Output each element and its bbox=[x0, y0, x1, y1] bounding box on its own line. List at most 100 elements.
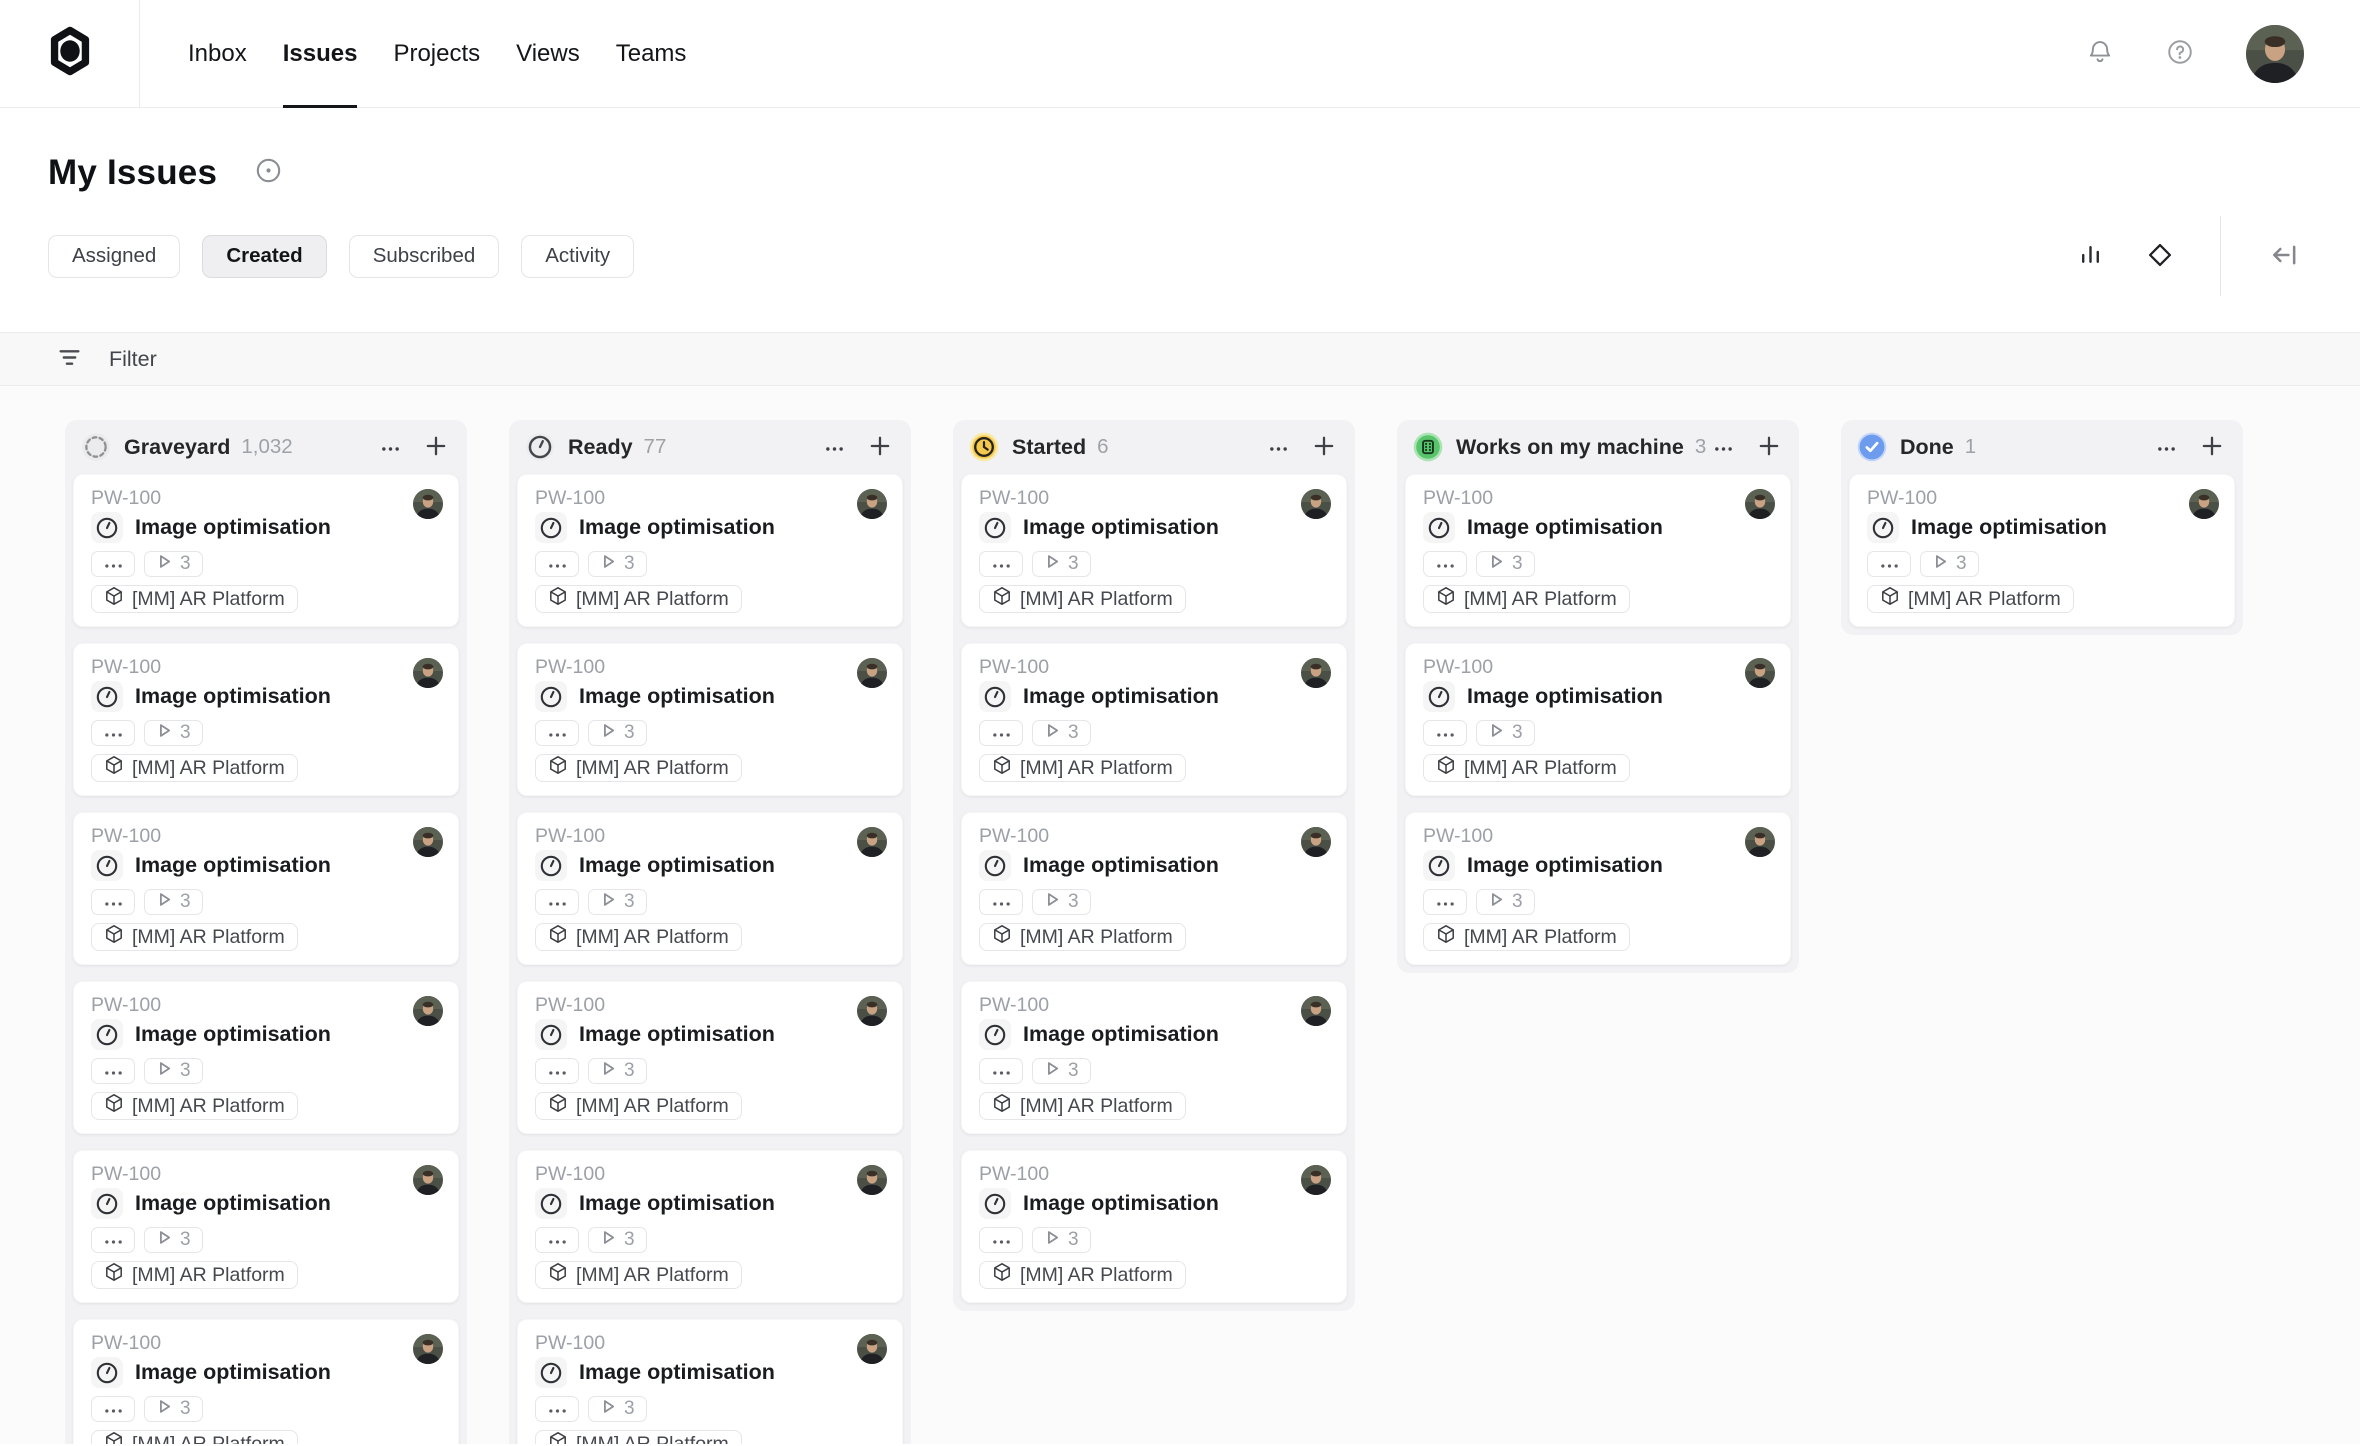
assignee-avatar[interactable] bbox=[413, 489, 443, 519]
in-progress-status-icon[interactable] bbox=[91, 1357, 123, 1388]
column-more-button[interactable] bbox=[817, 430, 851, 464]
project-label-badge[interactable]: [MM] AR Platform bbox=[91, 585, 298, 613]
in-progress-status-icon[interactable] bbox=[979, 512, 1011, 543]
assignee-avatar[interactable] bbox=[1745, 658, 1775, 688]
project-label-badge[interactable]: [MM] AR Platform bbox=[535, 1261, 742, 1289]
issue-card[interactable]: PW-100 Image optimisation 3 [MM] AR Plat… bbox=[1849, 474, 2235, 627]
project-label-badge[interactable]: [MM] AR Platform bbox=[979, 923, 1186, 951]
card-more-button[interactable] bbox=[1423, 889, 1467, 915]
issue-card[interactable]: PW-100 Image optimisation 3 [MM] AR Plat… bbox=[517, 643, 903, 796]
project-label-badge[interactable]: [MM] AR Platform bbox=[979, 754, 1186, 782]
project-label-badge[interactable]: [MM] AR Platform bbox=[535, 585, 742, 613]
sub-issues-badge[interactable]: 3 bbox=[1032, 720, 1091, 746]
sub-issues-badge[interactable]: 3 bbox=[144, 551, 203, 577]
sub-issues-badge[interactable]: 3 bbox=[1032, 551, 1091, 577]
assignee-avatar[interactable] bbox=[857, 996, 887, 1026]
sub-issues-badge[interactable]: 3 bbox=[1032, 1227, 1091, 1253]
sub-issues-badge[interactable]: 3 bbox=[1476, 551, 1535, 577]
sub-issues-badge[interactable]: 3 bbox=[1476, 720, 1535, 746]
card-more-button[interactable] bbox=[91, 1396, 135, 1422]
assignee-avatar[interactable] bbox=[1301, 1165, 1331, 1195]
help-button[interactable] bbox=[2166, 38, 2194, 69]
card-more-button[interactable] bbox=[535, 720, 579, 746]
column-add-issue-button[interactable] bbox=[1307, 430, 1341, 464]
project-label-badge[interactable]: [MM] AR Platform bbox=[979, 1092, 1186, 1120]
card-more-button[interactable] bbox=[91, 1227, 135, 1253]
card-more-button[interactable] bbox=[979, 889, 1023, 915]
issue-card[interactable]: PW-100 Image optimisation 3 [MM] AR Plat… bbox=[961, 1150, 1347, 1303]
view-tab-activity[interactable]: Activity bbox=[521, 234, 635, 278]
sub-issues-badge[interactable]: 3 bbox=[144, 1396, 203, 1422]
project-label-badge[interactable]: [MM] AR Platform bbox=[535, 923, 742, 951]
project-label-badge[interactable]: [MM] AR Platform bbox=[979, 585, 1186, 613]
sub-issues-badge[interactable]: 3 bbox=[1032, 1058, 1091, 1084]
in-progress-status-icon[interactable] bbox=[979, 1019, 1011, 1050]
in-progress-status-icon[interactable] bbox=[1867, 512, 1899, 543]
sub-issues-badge[interactable]: 3 bbox=[1920, 551, 1979, 577]
sub-issues-badge[interactable]: 3 bbox=[144, 889, 203, 915]
sub-issues-badge[interactable]: 3 bbox=[588, 889, 647, 915]
card-more-button[interactable] bbox=[979, 1227, 1023, 1253]
view-tab-assigned[interactable]: Assigned bbox=[48, 234, 181, 278]
sub-issues-badge[interactable]: 3 bbox=[588, 720, 647, 746]
card-more-button[interactable] bbox=[535, 551, 579, 577]
sub-issues-badge[interactable]: 3 bbox=[1476, 889, 1535, 915]
issue-card[interactable]: PW-100 Image optimisation 3 [MM] AR Plat… bbox=[961, 981, 1347, 1134]
sub-issues-badge[interactable]: 3 bbox=[144, 720, 203, 746]
issue-card[interactable]: PW-100 Image optimisation 3 [MM] AR Plat… bbox=[517, 981, 903, 1134]
in-progress-status-icon[interactable] bbox=[979, 850, 1011, 881]
project-label-badge[interactable]: [MM] AR Platform bbox=[1423, 923, 1630, 951]
column-more-button[interactable] bbox=[373, 430, 407, 464]
in-progress-status-icon[interactable] bbox=[535, 1357, 567, 1388]
card-more-button[interactable] bbox=[91, 889, 135, 915]
filter-button[interactable] bbox=[56, 344, 83, 374]
notifications-button[interactable] bbox=[2086, 38, 2114, 69]
card-more-button[interactable] bbox=[1867, 551, 1911, 577]
card-more-button[interactable] bbox=[535, 1396, 579, 1422]
sub-issues-badge[interactable]: 3 bbox=[144, 1227, 203, 1253]
issue-card[interactable]: PW-100 Image optimisation 3 [MM] AR Plat… bbox=[961, 812, 1347, 965]
card-more-button[interactable] bbox=[535, 1058, 579, 1084]
in-progress-status-icon[interactable] bbox=[91, 681, 123, 712]
issue-card[interactable]: PW-100 Image optimisation 3 [MM] AR Plat… bbox=[517, 1319, 903, 1444]
in-progress-status-icon[interactable] bbox=[535, 1188, 567, 1219]
project-label-badge[interactable]: [MM] AR Platform bbox=[91, 1092, 298, 1120]
in-progress-status-icon[interactable] bbox=[535, 1019, 567, 1050]
in-progress-status-icon[interactable] bbox=[91, 1188, 123, 1219]
project-label-badge[interactable]: [MM] AR Platform bbox=[91, 754, 298, 782]
project-label-badge[interactable]: [MM] AR Platform bbox=[535, 1092, 742, 1120]
assignee-avatar[interactable] bbox=[1301, 996, 1331, 1026]
circle-dot-icon[interactable] bbox=[255, 157, 282, 189]
nav-item-views[interactable]: Views bbox=[516, 0, 580, 107]
issue-card[interactable]: PW-100 Image optimisation 3 [MM] AR Plat… bbox=[73, 643, 459, 796]
nav-item-teams[interactable]: Teams bbox=[616, 0, 687, 107]
nav-item-issues[interactable]: Issues bbox=[282, 0, 357, 108]
column-add-issue-button[interactable] bbox=[2195, 430, 2229, 464]
collapse-panel-button[interactable] bbox=[2269, 240, 2302, 273]
card-more-button[interactable] bbox=[535, 1227, 579, 1253]
sub-issues-badge[interactable]: 3 bbox=[588, 1227, 647, 1253]
project-label-badge[interactable]: [MM] AR Platform bbox=[91, 1261, 298, 1289]
project-label-badge[interactable]: [MM] AR Platform bbox=[1423, 585, 1630, 613]
assignee-avatar[interactable] bbox=[1745, 489, 1775, 519]
assignee-avatar[interactable] bbox=[1301, 489, 1331, 519]
column-add-issue-button[interactable] bbox=[419, 430, 453, 464]
project-label-badge[interactable]: [MM] AR Platform bbox=[91, 1430, 298, 1444]
view-tab-subscribed[interactable]: Subscribed bbox=[348, 234, 500, 278]
card-more-button[interactable] bbox=[979, 1058, 1023, 1084]
card-more-button[interactable] bbox=[91, 1058, 135, 1084]
assignee-avatar[interactable] bbox=[857, 658, 887, 688]
nav-item-inbox[interactable]: Inbox bbox=[188, 0, 247, 107]
assignee-avatar[interactable] bbox=[1301, 827, 1331, 857]
column-more-button[interactable] bbox=[1261, 430, 1295, 464]
in-progress-status-icon[interactable] bbox=[535, 512, 567, 543]
assignee-avatar[interactable] bbox=[857, 489, 887, 519]
column-more-button[interactable] bbox=[2149, 430, 2183, 464]
assignee-avatar[interactable] bbox=[1745, 827, 1775, 857]
view-tab-created[interactable]: Created bbox=[202, 234, 327, 278]
card-more-button[interactable] bbox=[1423, 720, 1467, 746]
in-progress-status-icon[interactable] bbox=[1423, 512, 1455, 543]
sub-issues-badge[interactable]: 3 bbox=[144, 1058, 203, 1084]
insights-button[interactable] bbox=[2077, 241, 2104, 271]
column-add-issue-button[interactable] bbox=[863, 430, 897, 464]
